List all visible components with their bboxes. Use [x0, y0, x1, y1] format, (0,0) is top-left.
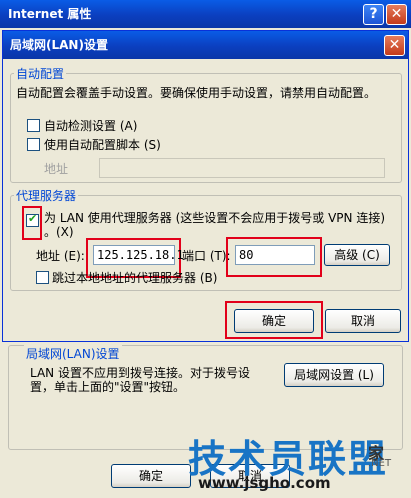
auto-detect-checkbox[interactable]: [27, 119, 40, 132]
close-icon: ✕: [390, 6, 403, 22]
lan-group-legend: 局域网(LAN)设置: [24, 345, 122, 362]
proxy-address-label: 地址 (E):: [36, 249, 85, 263]
lan-settings-button[interactable]: 局域网设置 (L): [284, 363, 384, 387]
window-title: Internet 属性: [8, 7, 92, 21]
script-address-label: 地址: [44, 162, 69, 176]
bypass-local-checkbox[interactable]: [36, 271, 49, 284]
auto-detect-label: 自动检测设置 (A): [44, 119, 138, 133]
close-icon: ✕: [388, 37, 401, 53]
dialog-title: 局域网(LAN)设置: [10, 38, 108, 52]
use-proxy-label: 为 LAN 使用代理服务器 (这些设置不会应用于拨号或 VPN 连接): [44, 211, 386, 225]
window-title-bar: Internet 属性: [0, 0, 411, 28]
proxy-legend: 代理服务器: [14, 187, 79, 204]
dialog-close-button[interactable]: ✕: [384, 35, 405, 56]
proxy-address-input[interactable]: 125.125.18.1: [93, 245, 184, 265]
watermark-net: .NET: [368, 458, 392, 469]
lan-settings-dialog: 局域网(LAN)设置 ✕ 自动配置 自动配置会覆盖手动设置。要确保使用手动设置，…: [2, 30, 409, 342]
advanced-button[interactable]: 高级 (C): [324, 244, 390, 266]
ok-button[interactable]: 确定: [234, 309, 314, 333]
dialog-title-bar: 局域网(LAN)设置: [3, 31, 408, 59]
use-proxy-checkbox[interactable]: [26, 212, 39, 227]
bypass-local-label: 跳过本地地址的代理服务器 (B): [52, 271, 218, 285]
script-address-input[interactable]: [99, 158, 385, 178]
close-button[interactable]: ✕: [386, 4, 407, 25]
cancel-button[interactable]: 取消: [325, 309, 401, 333]
use-script-checkbox[interactable]: [27, 138, 40, 151]
help-icon: ?: [369, 6, 378, 22]
bottom-ok-button[interactable]: 确定: [111, 464, 191, 488]
lan-group-description-2: 置，单击上面的"设置"按钮。: [30, 380, 186, 394]
lan-group-description-1: LAN 设置不应用到拨号连接。对于拨号设: [30, 366, 250, 380]
use-script-label: 使用自动配置脚本 (S): [44, 138, 161, 152]
auto-config-legend: 自动配置: [14, 65, 67, 82]
proxy-port-input[interactable]: 80: [235, 245, 315, 265]
help-button[interactable]: ?: [363, 4, 384, 25]
proxy-port-label: 端口 (T):: [182, 249, 231, 263]
auto-config-description: 自动配置会覆盖手动设置。要确保使用手动设置，请禁用自动配置。: [16, 86, 377, 100]
use-proxy-label-line2: 。(X): [44, 225, 74, 239]
watermark-url: www.jsgho.com: [198, 474, 331, 492]
